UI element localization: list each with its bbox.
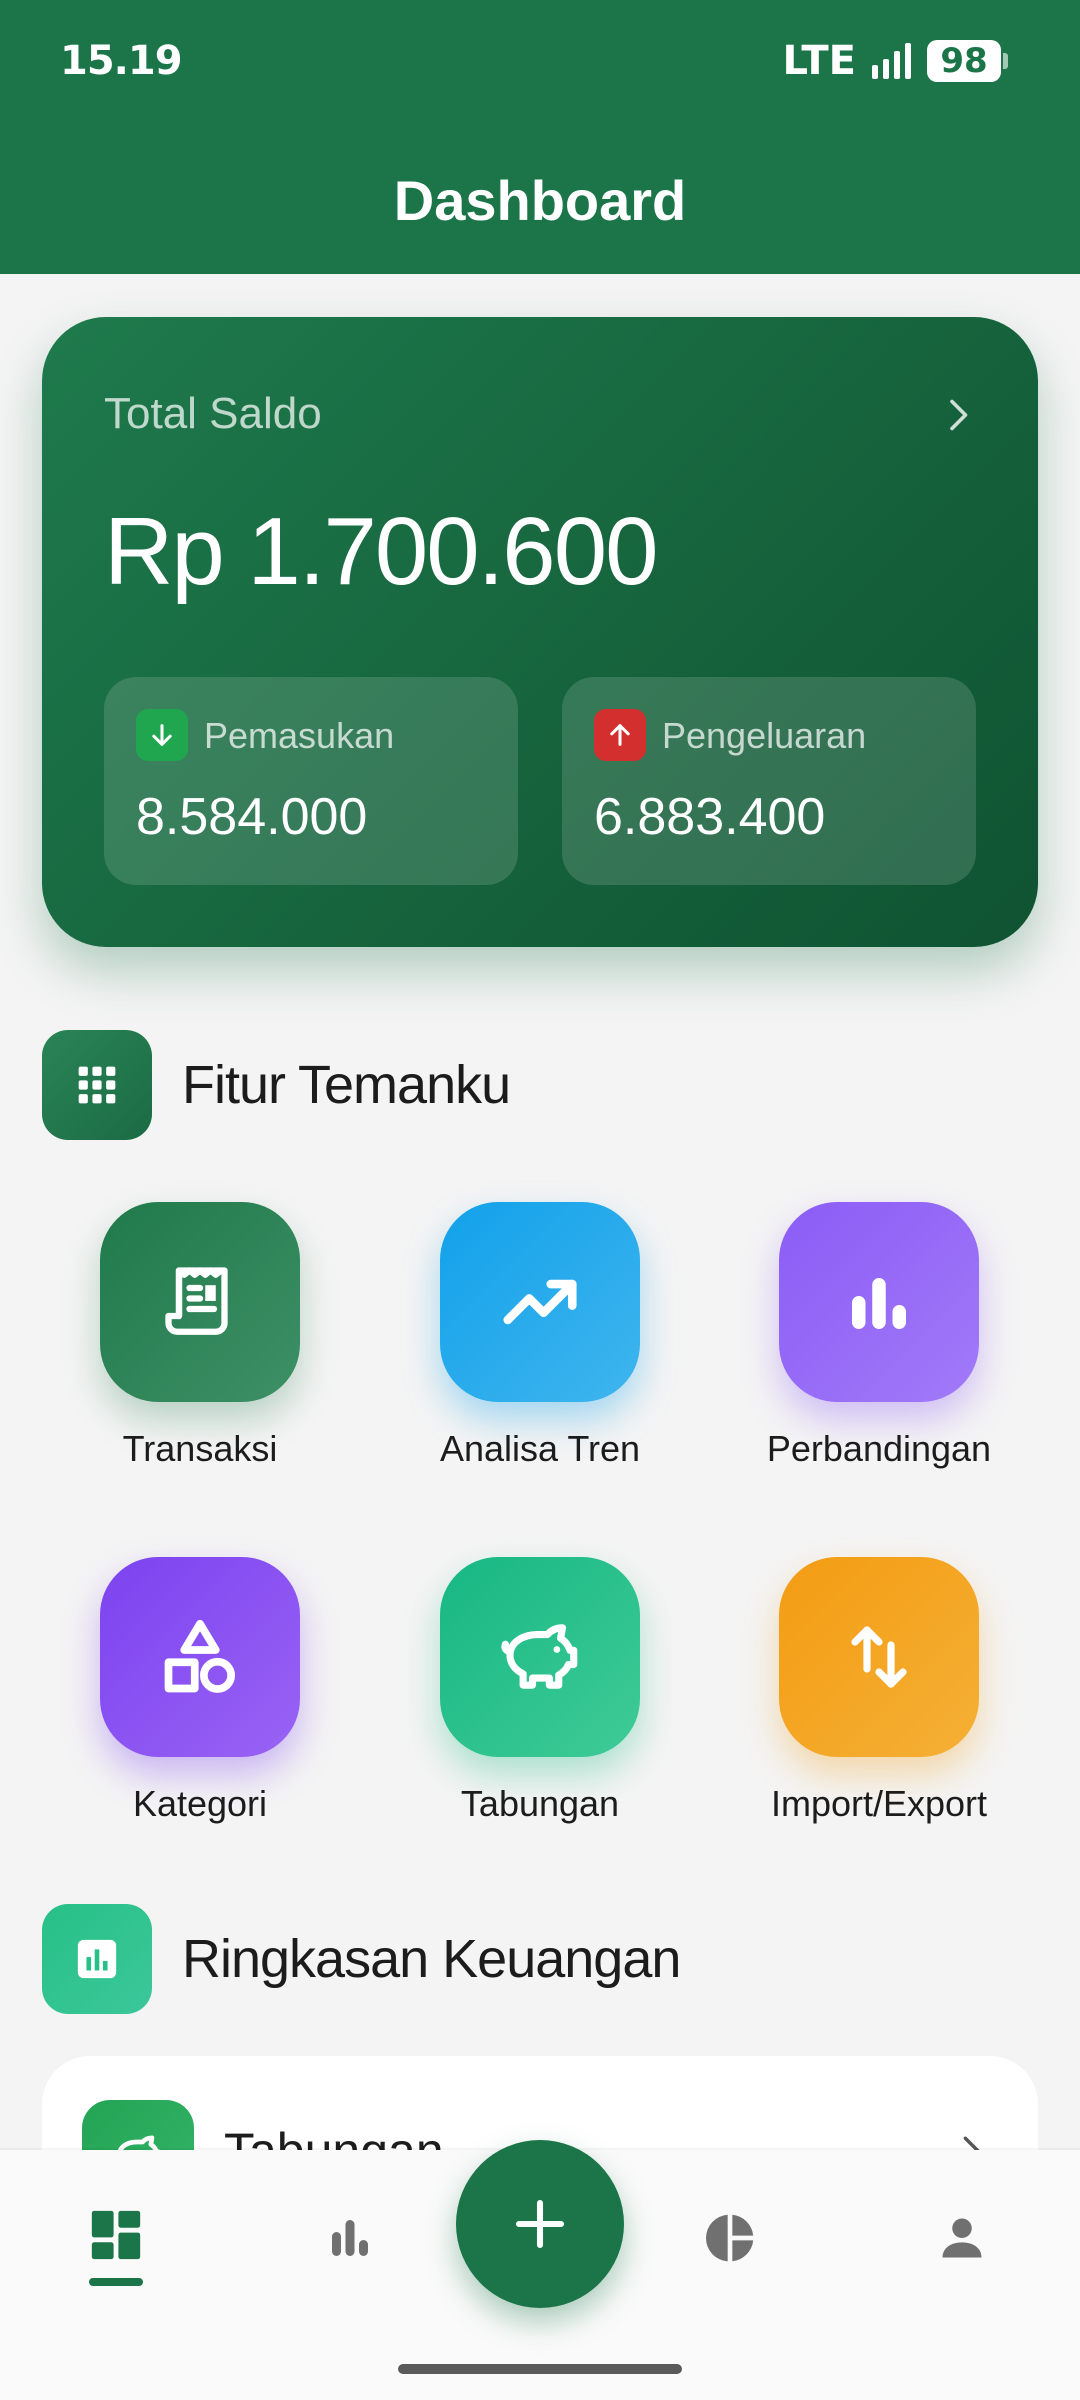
nav-dashboard[interactable] [56,2206,176,2306]
chart-box-icon [42,1904,152,2014]
shapes-icon[interactable] [100,1557,300,1757]
income-value: 8.584.000 [136,788,368,846]
nav-stats[interactable] [290,2206,410,2306]
add-icon [515,2199,565,2249]
chevron-right-icon[interactable] [940,397,976,433]
feature-label: Kategori [132,1783,268,1824]
feature-analisa-tren[interactable]: Analisa Tren [390,1202,690,1470]
balance-card[interactable]: Total Saldo Rp 1.700.600 Pemasukan 8.584… [42,317,1038,947]
page-title: Dashboard [393,169,687,232]
stats-icon [332,2220,368,2256]
network-type: LTE [782,38,856,84]
feature-import-export[interactable]: Import/Export [729,1557,1029,1825]
grid-icon [42,1030,152,1140]
status-time: 15.19 [60,38,183,84]
expense-card[interactable]: Pengeluaran 6.883.400 [562,677,976,885]
feature-perbandingan[interactable]: Perbandingan [729,1202,1029,1470]
feature-label: Analisa Tren [439,1428,641,1469]
bar-chart-icon[interactable] [779,1202,979,1402]
home-indicator[interactable] [398,2364,682,2374]
battery-icon: 98 [927,40,1008,82]
receipt-icon[interactable] [100,1202,300,1402]
income-label: Pemasukan [204,715,395,756]
features-section-header: Fitur Temanku [42,1030,511,1140]
swap-vertical-icon[interactable] [779,1557,979,1757]
arrow-down-icon [136,709,188,761]
nav-profile[interactable] [902,2206,1022,2306]
app-header: 15.19 LTE 98 Dashboard [0,0,1080,274]
profile-icon [942,2218,982,2258]
features-title: Fitur Temanku [182,1055,511,1115]
balance-value: Rp 1.700.600 [104,498,658,605]
battery-level: 98 [927,40,1001,82]
income-card[interactable]: Pemasukan 8.584.000 [104,677,518,885]
feature-kategori[interactable]: Kategori [50,1557,350,1825]
signal-icon [872,43,911,79]
active-indicator [89,2278,143,2286]
summary-title: Ringkasan Keuangan [182,1929,681,1989]
expense-value: 6.883.400 [594,788,826,846]
expense-label: Pengeluaran [662,715,867,756]
arrow-up-icon [594,709,646,761]
pie-chart-icon [705,2214,754,2262]
feature-tabungan[interactable]: Tabungan [390,1557,690,1825]
feature-label: Tabungan [460,1783,620,1824]
nav-report[interactable] [670,2206,790,2306]
piggy-bank-icon[interactable] [440,1557,640,1757]
feature-label: Import/Export [770,1783,988,1824]
feature-label: Perbandingan [766,1428,992,1469]
trending-up-icon[interactable] [440,1202,640,1402]
balance-label: Total Saldo [104,389,322,438]
feature-label: Transaksi [122,1428,278,1469]
dashboard-icon [91,2210,141,2260]
status-icons: LTE 98 [783,38,1008,84]
feature-transaksi[interactable]: Transaksi [50,1202,350,1470]
add-button[interactable] [456,2140,624,2308]
summary-section-header: Ringkasan Keuangan [42,1904,681,2014]
